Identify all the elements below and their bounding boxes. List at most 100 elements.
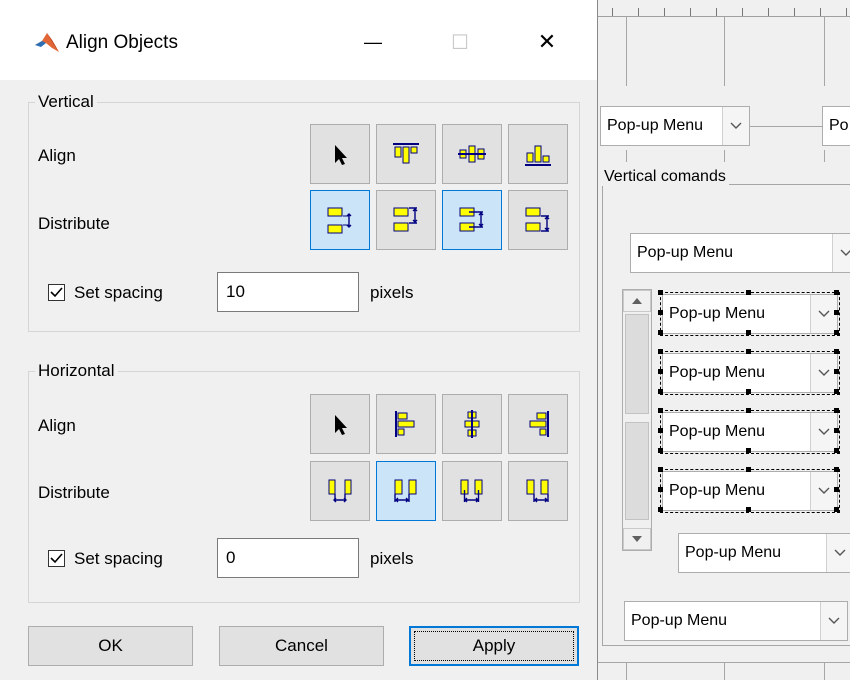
grid-line bbox=[724, 16, 725, 86]
chevron-down-icon bbox=[722, 107, 749, 145]
popup-menu[interactable]: Pop-up Menu bbox=[678, 533, 850, 573]
resize-handle[interactable] bbox=[746, 349, 751, 354]
resize-handle[interactable] bbox=[834, 507, 839, 512]
resize-handle[interactable] bbox=[746, 448, 751, 453]
resize-handle[interactable] bbox=[746, 408, 751, 413]
distribute-middle-button[interactable] bbox=[442, 190, 502, 250]
popup-menu[interactable]: Pop-up Menu bbox=[600, 106, 750, 146]
popup-menu-label: Pop-up Menu bbox=[637, 244, 734, 261]
distribute-bottom-button[interactable] bbox=[508, 190, 568, 250]
align-center-icon bbox=[464, 410, 480, 438]
popup-menu[interactable]: Pop-up Menu bbox=[624, 601, 848, 641]
popup-menu-label: Po bbox=[829, 117, 849, 134]
popup-menu-label: Pop-up Menu bbox=[685, 544, 782, 561]
align-middle-button[interactable] bbox=[442, 124, 502, 184]
horizontal-units-label: pixels bbox=[370, 549, 414, 568]
cancel-button-label: Cancel bbox=[275, 636, 328, 655]
resize-handle[interactable] bbox=[834, 349, 839, 354]
resize-handle[interactable] bbox=[658, 408, 663, 413]
apply-button[interactable]: Apply bbox=[409, 626, 579, 666]
resize-handle[interactable] bbox=[834, 290, 839, 295]
triangle-up-icon bbox=[632, 298, 642, 304]
resize-handle[interactable] bbox=[658, 487, 663, 492]
resize-handle[interactable] bbox=[834, 487, 839, 492]
resize-handle[interactable] bbox=[834, 310, 839, 315]
horizontal-spacing-input[interactable]: 0 bbox=[217, 538, 359, 578]
align-bottom-button[interactable] bbox=[508, 124, 568, 184]
resize-handle[interactable] bbox=[658, 389, 663, 394]
maximize-button[interactable]: ☐ bbox=[440, 26, 480, 58]
distribute-left-icon bbox=[394, 479, 417, 503]
resize-handle[interactable] bbox=[834, 369, 839, 374]
resize-handle[interactable] bbox=[746, 330, 751, 335]
title-bar[interactable]: Align Objects — ☐ ✕ bbox=[0, 0, 597, 80]
resize-handle[interactable] bbox=[834, 408, 839, 413]
ok-button[interactable]: OK bbox=[28, 626, 193, 666]
resize-handle[interactable] bbox=[834, 467, 839, 472]
distribute-right-button[interactable] bbox=[508, 461, 568, 521]
popup-menu[interactable]: Pop-up Menu bbox=[630, 233, 850, 273]
matlab-logo-icon bbox=[35, 33, 59, 52]
panel-title: Vertical comands bbox=[601, 168, 729, 186]
scroll-up-button[interactable] bbox=[623, 290, 651, 312]
cancel-button[interactable]: Cancel bbox=[219, 626, 384, 666]
resize-handle[interactable] bbox=[658, 467, 663, 472]
select-arrow-button[interactable] bbox=[310, 394, 370, 454]
popup-menu[interactable]: Po bbox=[822, 106, 850, 146]
align-center-button[interactable] bbox=[442, 394, 502, 454]
resize-handle[interactable] bbox=[746, 290, 751, 295]
resize-handle[interactable] bbox=[834, 428, 839, 433]
chevron-down-icon bbox=[826, 534, 850, 572]
resize-handle[interactable] bbox=[658, 448, 663, 453]
distribute-left-button[interactable] bbox=[376, 461, 436, 521]
resize-handle[interactable] bbox=[746, 389, 751, 394]
grid-line bbox=[626, 16, 627, 86]
window-title: Align Objects bbox=[66, 32, 178, 53]
align-left-button[interactable] bbox=[376, 394, 436, 454]
distribute-center-button[interactable] bbox=[442, 461, 502, 521]
checkmark-icon bbox=[50, 287, 63, 298]
canvas-ruler bbox=[598, 0, 850, 17]
minimize-button[interactable]: — bbox=[353, 26, 393, 58]
horizontal-set-spacing-checkbox[interactable] bbox=[48, 550, 65, 567]
align-objects-dialog: Align Objects — ☐ ✕ Vertical Align Distr… bbox=[0, 0, 598, 680]
align-right-button[interactable] bbox=[508, 394, 568, 454]
vertical-align-label: Align bbox=[38, 146, 76, 165]
vertical-set-spacing-checkbox[interactable] bbox=[48, 284, 65, 301]
select-arrow-button[interactable] bbox=[310, 124, 370, 184]
resize-handle[interactable] bbox=[746, 507, 751, 512]
grid-line bbox=[724, 662, 725, 680]
resize-handle[interactable] bbox=[658, 349, 663, 354]
resize-handle[interactable] bbox=[658, 310, 663, 315]
layout-canvas[interactable]: Pop-up Menu Po Vertical comands Pop-up M… bbox=[598, 0, 850, 680]
grid-line bbox=[626, 662, 627, 680]
resize-handle[interactable] bbox=[658, 330, 663, 335]
close-button[interactable]: ✕ bbox=[527, 26, 567, 58]
resize-handle[interactable] bbox=[746, 467, 751, 472]
resize-handle[interactable] bbox=[658, 428, 663, 433]
resize-handle[interactable] bbox=[834, 389, 839, 394]
listbox-scrollbar[interactable] bbox=[622, 289, 652, 551]
group-title: Horizontal bbox=[38, 361, 115, 380]
vertical-spacing-input[interactable]: 10 bbox=[217, 272, 359, 312]
distribute-top-button[interactable] bbox=[376, 190, 436, 250]
scroll-down-button[interactable] bbox=[623, 528, 651, 550]
distribute-edge-gap-button[interactable] bbox=[310, 461, 370, 521]
grid-line bbox=[724, 150, 725, 162]
resize-handle[interactable] bbox=[834, 330, 839, 335]
align-top-button[interactable] bbox=[376, 124, 436, 184]
scroll-thumb[interactable] bbox=[625, 314, 649, 414]
resize-handle[interactable] bbox=[834, 448, 839, 453]
triangle-down-icon bbox=[632, 536, 642, 542]
resize-handle[interactable] bbox=[658, 507, 663, 512]
ok-button-label: OK bbox=[98, 636, 123, 655]
align-top-icon bbox=[393, 143, 419, 164]
horizontal-align-label: Align bbox=[38, 416, 76, 435]
vertical-distribute-label: Distribute bbox=[38, 214, 110, 233]
distribute-edge-gap-button[interactable] bbox=[310, 190, 370, 250]
minimize-icon: — bbox=[364, 31, 382, 52]
resize-handle[interactable] bbox=[658, 369, 663, 374]
vertical-set-spacing-label: Set spacing bbox=[74, 283, 163, 302]
checkmark-icon bbox=[50, 553, 63, 564]
resize-handle[interactable] bbox=[658, 290, 663, 295]
